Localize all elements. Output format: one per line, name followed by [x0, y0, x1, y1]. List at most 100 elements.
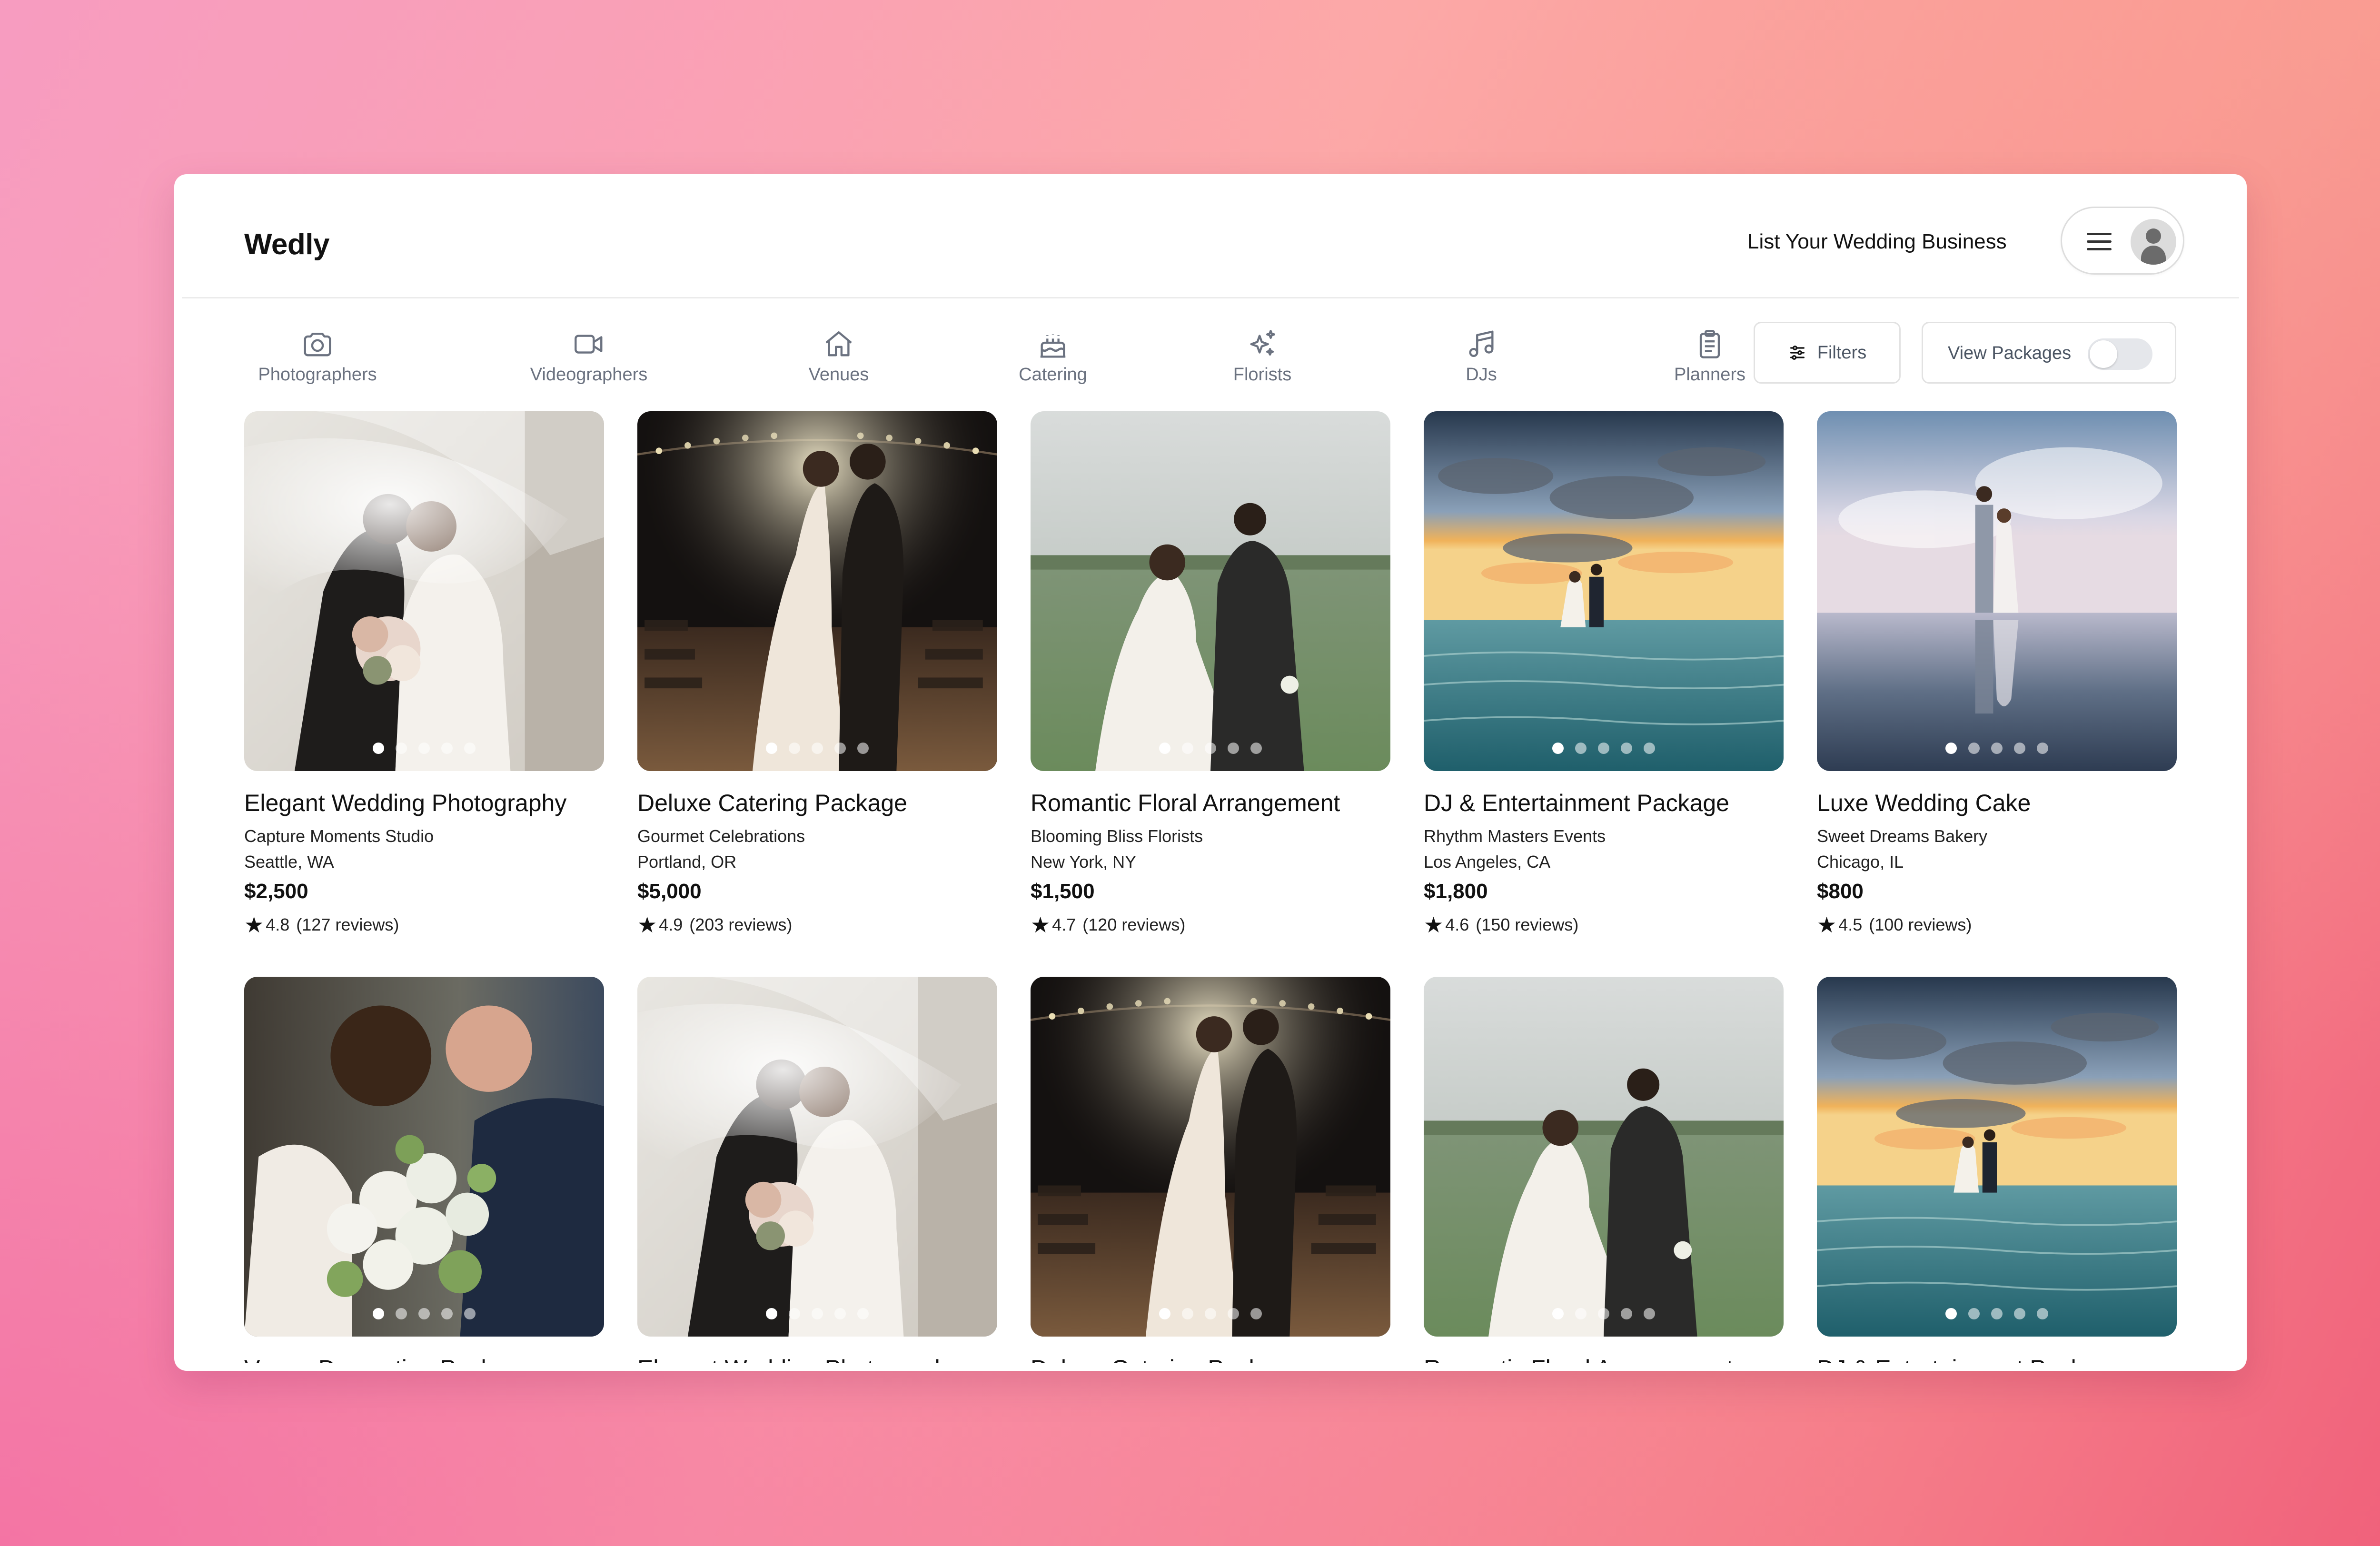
- night-venue-photo[interactable]: [1031, 977, 1390, 1337]
- listing-rating: ★ 4.8 (127 reviews): [244, 914, 399, 936]
- field-walk-photo[interactable]: [1424, 977, 1784, 1337]
- carousel-dot[interactable]: [464, 743, 476, 754]
- carousel-dot[interactable]: [1228, 743, 1239, 754]
- listing-title[interactable]: Elegant Wedding Photography: [244, 789, 566, 817]
- list-business-link[interactable]: List Your Wedding Business: [1747, 230, 2007, 254]
- user-avatar-icon: [2131, 219, 2176, 265]
- listing-title[interactable]: Elegant Wedding Photography: [637, 1355, 960, 1363]
- carousel-dot[interactable]: [1968, 1308, 1980, 1319]
- category-venues[interactable]: Venues: [782, 300, 896, 395]
- field-walk-photo[interactable]: [1031, 411, 1390, 771]
- carousel-dots[interactable]: [1031, 1308, 1390, 1319]
- carousel-dot[interactable]: [1205, 743, 1216, 754]
- logo[interactable]: Wedly: [244, 228, 329, 261]
- category-photographers[interactable]: Photographers: [244, 300, 391, 395]
- listing-title[interactable]: Venue Decoration Package: [244, 1355, 533, 1363]
- carousel-dot[interactable]: [1552, 1308, 1564, 1319]
- carousel-dot[interactable]: [1159, 743, 1170, 754]
- listing-title[interactable]: DJ & Entertainment Package: [1424, 789, 1729, 817]
- carousel-dot[interactable]: [373, 743, 384, 754]
- listing-title[interactable]: Deluxe Catering Package: [1031, 1355, 1300, 1363]
- carousel-dot[interactable]: [834, 1308, 846, 1319]
- bouquet-kiss-photo[interactable]: [244, 977, 604, 1337]
- view-packages-toggle[interactable]: [2088, 338, 2152, 370]
- carousel-dots[interactable]: [1031, 743, 1390, 754]
- listing-title[interactable]: Deluxe Catering Package: [637, 789, 907, 817]
- rating-value: 4.7: [1052, 915, 1076, 934]
- carousel-dot[interactable]: [1575, 743, 1587, 754]
- listing-title[interactable]: Romantic Floral Arrangement: [1031, 789, 1340, 817]
- rating-value: 4.6: [1445, 915, 1469, 934]
- carousel-dots[interactable]: [244, 1308, 604, 1319]
- carousel-dot[interactable]: [418, 743, 430, 754]
- carousel-dot[interactable]: [857, 743, 869, 754]
- carousel-dot[interactable]: [373, 1308, 384, 1319]
- carousel-dot[interactable]: [1621, 743, 1632, 754]
- category-videographers[interactable]: Videographers: [508, 300, 670, 395]
- carousel-dot[interactable]: [396, 743, 407, 754]
- carousel-dot[interactable]: [418, 1308, 430, 1319]
- carousel-dot[interactable]: [1552, 743, 1564, 754]
- carousel-dot[interactable]: [1991, 743, 2003, 754]
- carousel-dot[interactable]: [2037, 1308, 2048, 1319]
- carousel-dot[interactable]: [1621, 1308, 1632, 1319]
- carousel-dot[interactable]: [1250, 743, 1262, 754]
- carousel-dot[interactable]: [2014, 1308, 2025, 1319]
- listing-price: $2,500: [244, 880, 308, 903]
- carousel-dots[interactable]: [1424, 1308, 1784, 1319]
- carousel-dot[interactable]: [857, 1308, 869, 1319]
- carousel-dot[interactable]: [812, 743, 823, 754]
- carousel-dot[interactable]: [1644, 743, 1655, 754]
- carousel-dots[interactable]: [244, 743, 604, 754]
- reflection-photo[interactable]: [1817, 411, 2177, 771]
- carousel-dot[interactable]: [789, 1308, 800, 1319]
- carousel-dot[interactable]: [1159, 1308, 1170, 1319]
- carousel-dots[interactable]: [1424, 743, 1784, 754]
- carousel-dot[interactable]: [789, 743, 800, 754]
- carousel-dot[interactable]: [766, 1308, 777, 1319]
- carousel-dot[interactable]: [812, 1308, 823, 1319]
- listing-title[interactable]: Luxe Wedding Cake: [1817, 789, 2031, 817]
- hamburger-icon: [2087, 233, 2112, 251]
- carousel-dot[interactable]: [464, 1308, 476, 1319]
- carousel-dot[interactable]: [1182, 1308, 1193, 1319]
- carousel-dot[interactable]: [2037, 743, 2048, 754]
- category-djs[interactable]: DJs: [1443, 300, 1519, 395]
- category-planners[interactable]: Planners: [1648, 300, 1772, 395]
- carousel-dot[interactable]: [1598, 1308, 1609, 1319]
- listing-title[interactable]: Romantic Floral Arrangement: [1424, 1355, 1733, 1363]
- carousel-dot[interactable]: [1968, 743, 1980, 754]
- listing-title[interactable]: DJ & Entertainment Package: [1817, 1355, 2122, 1363]
- listing-price: $1,500: [1031, 880, 1095, 903]
- carousel-dot[interactable]: [1250, 1308, 1262, 1319]
- user-menu-button[interactable]: [2061, 207, 2184, 275]
- carousel-dot[interactable]: [1575, 1308, 1587, 1319]
- beach-sunset-photo[interactable]: [1817, 977, 2177, 1337]
- veil-kiss-photo[interactable]: [244, 411, 604, 771]
- carousel-dot[interactable]: [834, 743, 846, 754]
- carousel-dot[interactable]: [1228, 1308, 1239, 1319]
- carousel-dots[interactable]: [1817, 743, 2177, 754]
- veil-kiss-photo[interactable]: [637, 977, 997, 1337]
- category-catering[interactable]: Catering: [991, 300, 1115, 395]
- night-venue-photo[interactable]: [637, 411, 997, 771]
- category-florists[interactable]: Florists: [1205, 300, 1319, 395]
- filters-button[interactable]: Filters: [1754, 322, 1901, 384]
- carousel-dots[interactable]: [637, 743, 997, 754]
- carousel-dot[interactable]: [1205, 1308, 1216, 1319]
- carousel-dot[interactable]: [1945, 1308, 1957, 1319]
- carousel-dots[interactable]: [637, 1308, 997, 1319]
- listing-location: Chicago, IL: [1817, 852, 1904, 872]
- carousel-dot[interactable]: [1991, 1308, 2003, 1319]
- carousel-dot[interactable]: [441, 1308, 453, 1319]
- carousel-dot[interactable]: [2014, 743, 2025, 754]
- carousel-dot[interactable]: [1598, 743, 1609, 754]
- carousel-dot[interactable]: [1644, 1308, 1655, 1319]
- carousel-dot[interactable]: [396, 1308, 407, 1319]
- carousel-dot[interactable]: [1182, 743, 1193, 754]
- carousel-dots[interactable]: [1817, 1308, 2177, 1319]
- carousel-dot[interactable]: [1945, 743, 1957, 754]
- carousel-dot[interactable]: [441, 743, 453, 754]
- beach-sunset-photo[interactable]: [1424, 411, 1784, 771]
- carousel-dot[interactable]: [766, 743, 777, 754]
